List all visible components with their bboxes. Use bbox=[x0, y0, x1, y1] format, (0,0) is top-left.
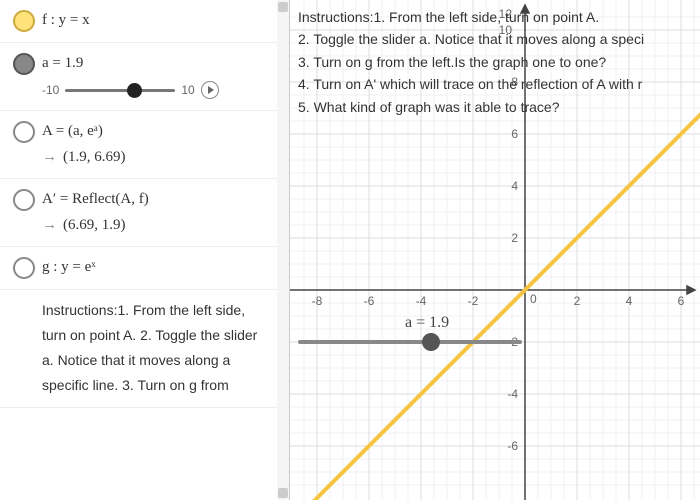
Aprime-definition: A′ = Reflect(A, f) bbox=[42, 187, 271, 213]
graph-slider[interactable] bbox=[300, 333, 520, 351]
instructions-text-object: Instructions:1. From the left side, turn… bbox=[42, 298, 271, 399]
coordinate-graph[interactable]: -8 -6 -4 -2 2 4 6 12 10 8 6 4 2 -2 -4 -6… bbox=[290, 0, 700, 500]
arrow-icon: → bbox=[42, 217, 57, 233]
svg-text:4: 4 bbox=[511, 179, 518, 193]
scroll-down-icon[interactable] bbox=[278, 488, 288, 498]
svg-text:-6: -6 bbox=[507, 439, 518, 453]
A-definition: A = (a, eᵃ) bbox=[42, 119, 271, 145]
svg-text:10: 10 bbox=[499, 23, 513, 37]
g-definition: g : y = eˣ bbox=[42, 255, 271, 281]
object-row-A[interactable]: A = (a, eᵃ) → (1.9, 6.69) bbox=[0, 111, 277, 179]
svg-text:-4: -4 bbox=[416, 294, 427, 308]
slider-min: -10 bbox=[42, 80, 59, 100]
svg-text:-8: -8 bbox=[312, 294, 323, 308]
svg-text:6: 6 bbox=[678, 294, 685, 308]
slider-a[interactable] bbox=[65, 89, 175, 92]
svg-text:12: 12 bbox=[499, 7, 513, 21]
svg-text:2: 2 bbox=[511, 231, 518, 245]
axes bbox=[290, 5, 695, 500]
object-row-f[interactable]: f : y = x bbox=[0, 0, 277, 43]
object-row-a[interactable]: a = 1.9 -10 10 bbox=[0, 43, 277, 112]
visibility-toggle-Aprime[interactable] bbox=[13, 189, 35, 211]
graph-slider-knob[interactable] bbox=[422, 333, 440, 351]
scroll-up-icon[interactable] bbox=[278, 2, 288, 12]
minor-grid bbox=[290, 0, 700, 500]
svg-text:-4: -4 bbox=[507, 387, 518, 401]
visibility-toggle-f[interactable] bbox=[13, 10, 35, 32]
play-button[interactable] bbox=[201, 81, 219, 99]
major-grid bbox=[290, 0, 700, 500]
A-value: (1.9, 6.69) bbox=[63, 149, 126, 165]
svg-text:4: 4 bbox=[626, 294, 633, 308]
svg-text:0: 0 bbox=[530, 292, 537, 306]
visibility-toggle-A[interactable] bbox=[13, 121, 35, 143]
line-f[interactable] bbox=[290, 25, 700, 500]
object-row-g[interactable]: g : y = eˣ bbox=[0, 247, 277, 290]
a-value-label: a = 1.9 bbox=[42, 51, 271, 77]
svg-text:-6: -6 bbox=[364, 294, 375, 308]
arrow-icon: → bbox=[42, 149, 57, 165]
graph-slider-label: a = 1.9 bbox=[405, 314, 449, 332]
object-row-text[interactable]: Instructions:1. From the left side, turn… bbox=[0, 290, 277, 408]
scrollbar[interactable] bbox=[277, 0, 289, 500]
play-icon bbox=[208, 86, 214, 94]
visibility-toggle-a[interactable] bbox=[13, 53, 35, 75]
Aprime-value: (6.69, 1.9) bbox=[63, 217, 126, 233]
svg-text:8: 8 bbox=[511, 75, 518, 89]
slider-max: 10 bbox=[181, 80, 194, 100]
graphics-view[interactable]: -8 -6 -4 -2 2 4 6 12 10 8 6 4 2 -2 -4 -6… bbox=[290, 0, 700, 500]
svg-text:6: 6 bbox=[511, 127, 518, 141]
algebra-panel: f : y = x a = 1.9 -10 10 A = (a, eᵃ) bbox=[0, 0, 290, 500]
slider-knob[interactable] bbox=[127, 83, 142, 98]
f-definition: f : y = x bbox=[42, 8, 271, 34]
svg-text:2: 2 bbox=[574, 294, 581, 308]
object-row-Aprime[interactable]: A′ = Reflect(A, f) → (6.69, 1.9) bbox=[0, 179, 277, 247]
svg-text:-2: -2 bbox=[468, 294, 479, 308]
visibility-toggle-g[interactable] bbox=[13, 257, 35, 279]
